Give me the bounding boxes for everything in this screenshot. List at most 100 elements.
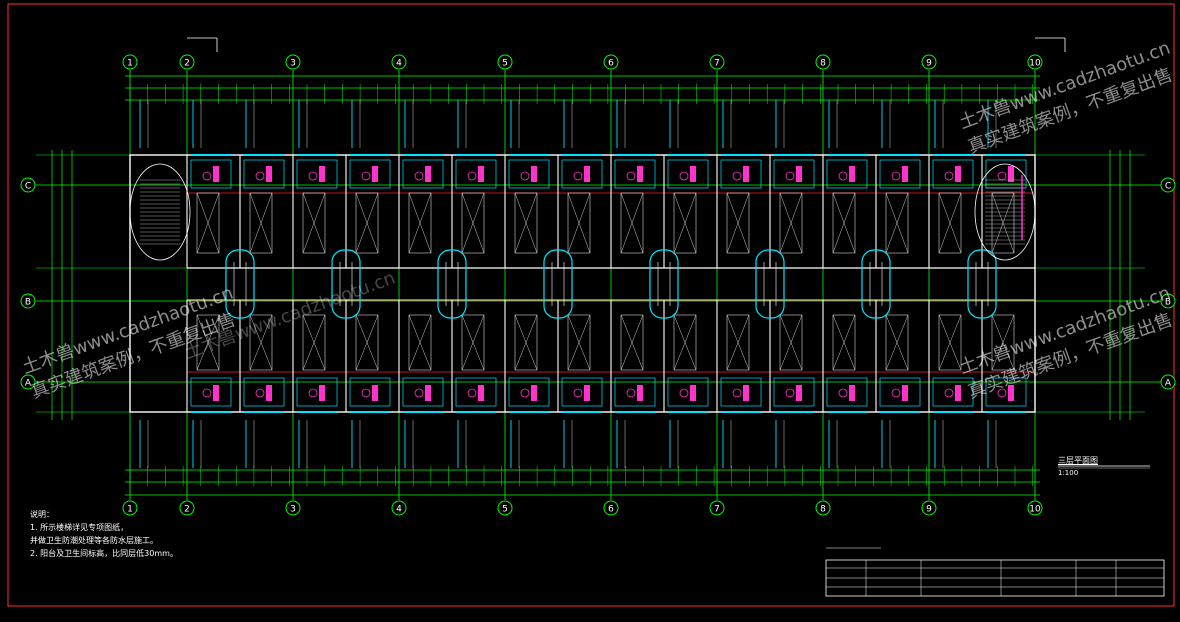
door-accent [266, 385, 272, 401]
door-accent [637, 385, 643, 401]
plan-title: 三层平面图 [1058, 456, 1098, 465]
axis-label-letter: A [1165, 379, 1172, 389]
axis-label-letter: B [25, 298, 31, 308]
toilet-fixture [467, 171, 477, 181]
plan-layer [36, 37, 1165, 597]
door-accent [213, 385, 219, 401]
axis-label-number: 3 [290, 505, 296, 515]
door-accent [849, 385, 855, 401]
door-accent [478, 166, 484, 182]
door-accent [796, 385, 802, 401]
toilet-fixture [308, 388, 318, 398]
bathroom-block [561, 159, 603, 189]
door-accent [531, 385, 537, 401]
bathroom-block [243, 159, 285, 189]
axis-label-number: 5 [502, 59, 508, 69]
door-accent [425, 385, 431, 401]
toilet-fixture [414, 171, 424, 181]
axis-label-number: 3 [290, 59, 296, 69]
axis-label-number: 5 [502, 505, 508, 515]
toilet-fixture [255, 171, 265, 181]
door-accent [743, 385, 749, 401]
door-accent [902, 166, 908, 182]
axis-label-number: 10 [1029, 59, 1041, 69]
toilet-fixture [838, 171, 848, 181]
axis-label-number: 2 [184, 59, 190, 69]
door-accent [266, 166, 272, 182]
door-accent [372, 166, 378, 182]
door-accent [690, 385, 696, 401]
door-accent [531, 166, 537, 182]
door-accent [213, 166, 219, 182]
toilet-fixture [944, 388, 954, 398]
door-accent [796, 166, 802, 182]
bathroom-block [402, 159, 444, 189]
toilet-fixture [679, 388, 689, 398]
axis-label-number: 2 [184, 505, 190, 515]
building-outline [129, 154, 1036, 413]
bathroom-block [190, 159, 232, 189]
axis-label-number: 7 [714, 59, 720, 69]
toilet-fixture [838, 388, 848, 398]
toilet-fixture [520, 171, 530, 181]
toilet-fixture [626, 171, 636, 181]
bathroom-block [667, 159, 709, 189]
toilet-fixture [255, 388, 265, 398]
plan-title-block: 三层平面图 1:100 [1058, 455, 1098, 479]
axis-label-number: 4 [396, 59, 402, 69]
door-accent [902, 385, 908, 401]
door-accent [1008, 385, 1014, 401]
door-accent [955, 385, 961, 401]
door-accent [319, 166, 325, 182]
bathroom-block [826, 159, 868, 189]
door-accent [637, 166, 643, 182]
axis-label-number: 6 [608, 59, 614, 69]
plan-scale: 1:100 [1058, 469, 1079, 477]
axis-label-number: 8 [820, 59, 826, 69]
toilet-fixture [997, 171, 1007, 181]
door-accent [584, 166, 590, 182]
toilet-fixture [944, 171, 954, 181]
drawing-notes: 说明： 1. 所示楼梯详见专项图纸， 并做卫生防潮处理等各防水层施工。 2. 阳… [30, 508, 178, 560]
toilet-fixture [414, 388, 424, 398]
toilet-fixture [626, 388, 636, 398]
toilet-fixture [679, 171, 689, 181]
toilet-fixture [732, 388, 742, 398]
toilet-fixture [785, 171, 795, 181]
door-accent [425, 166, 431, 182]
toilet-fixture [202, 388, 212, 398]
bathroom-block [349, 159, 391, 189]
toilet-fixture [202, 171, 212, 181]
bathroom-block [932, 159, 974, 189]
axis-label-number: 4 [396, 505, 402, 515]
bathroom-block [614, 159, 656, 189]
toilet-fixture [520, 388, 530, 398]
notes-title: 说明： [30, 510, 54, 519]
toilet-fixture [732, 171, 742, 181]
bathroom-block [296, 159, 338, 189]
toilet-fixture [891, 388, 901, 398]
axis-label-number: 6 [608, 505, 614, 515]
bathroom-block [508, 159, 550, 189]
axis-label-letter: A [25, 379, 32, 389]
door-accent [955, 166, 961, 182]
toilet-fixture [997, 388, 1007, 398]
toilet-fixture [573, 171, 583, 181]
note-item: 1. 所示楼梯详见专项图纸， [30, 523, 129, 532]
axis-label-number: 10 [1029, 505, 1041, 515]
toilet-fixture [467, 388, 477, 398]
axis-label-letter: B [1165, 298, 1171, 308]
toilet-fixture [891, 171, 901, 181]
toilet-fixture [361, 171, 371, 181]
bathroom-block [879, 159, 921, 189]
bathroom-block [720, 159, 762, 189]
toilet-fixture [308, 171, 318, 181]
axis-label-number: 9 [926, 59, 932, 69]
toilet-fixture [785, 388, 795, 398]
door-accent [1008, 166, 1014, 182]
door-accent [743, 166, 749, 182]
axis-label-number: 8 [820, 505, 826, 515]
bathroom-block [773, 159, 815, 189]
axis-label-letter: C [1165, 182, 1171, 192]
toilet-fixture [361, 388, 371, 398]
